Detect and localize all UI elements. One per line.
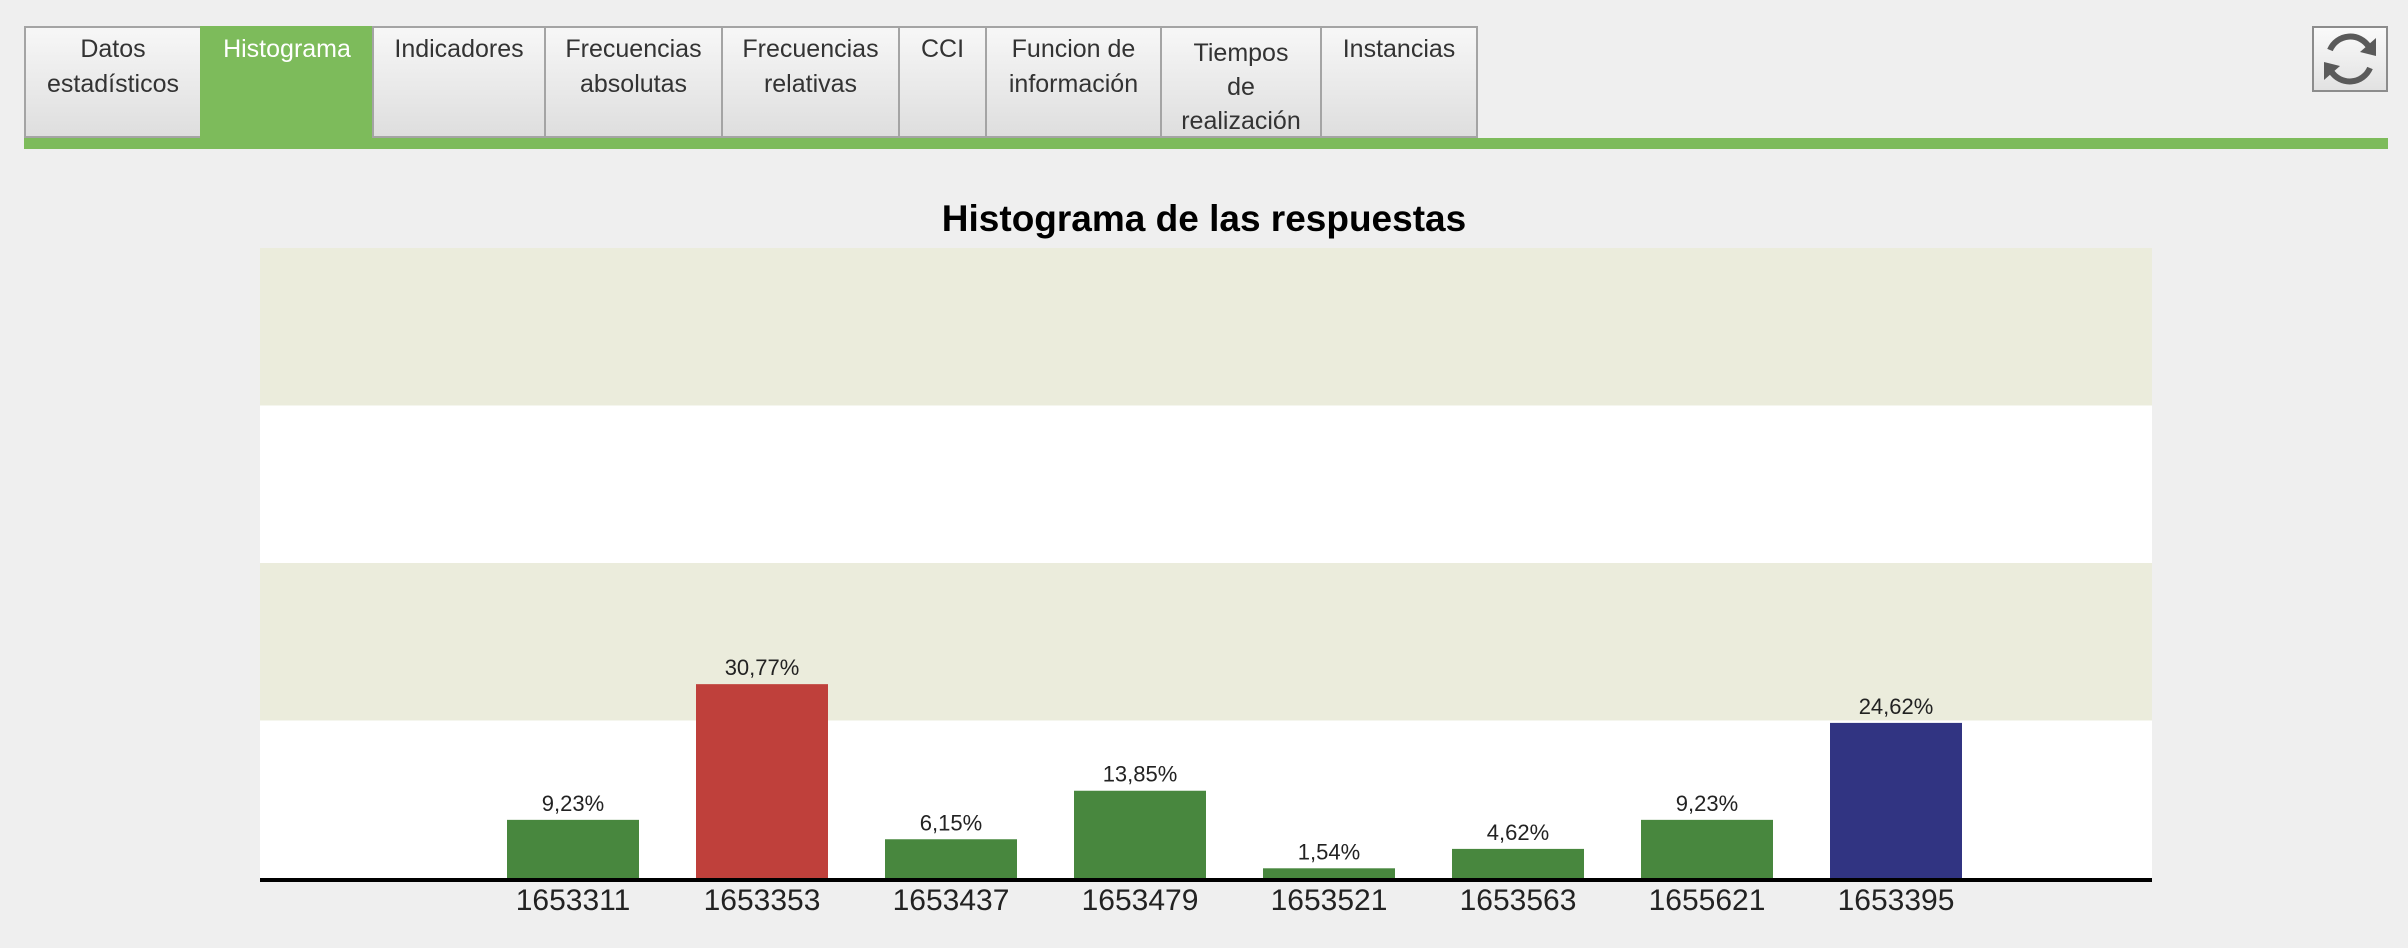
- category-label-1653521: 1653521: [1271, 884, 1388, 917]
- category-label-1653563: 1653563: [1460, 884, 1577, 917]
- bar-1653479: [1074, 790, 1206, 878]
- value-label-1653353: 30,77%: [725, 655, 800, 680]
- bar-1653563: [1452, 848, 1584, 878]
- bar-1653311: [507, 819, 639, 878]
- bar-1653521: [1263, 868, 1395, 878]
- category-label-1653437: 1653437: [893, 884, 1010, 917]
- category-label-1653395: 1653395: [1838, 884, 1955, 917]
- value-label-1653563: 4,62%: [1487, 820, 1549, 845]
- category-label-1653311: 1653311: [516, 884, 631, 917]
- histogram-chart: 9,23% 30,77% 6,15% 13,85% 1,54% 4,62% 9,23% 24,…: [260, 248, 2152, 917]
- category-label-1653353: 1653353: [704, 884, 821, 917]
- bar-1653353: [696, 684, 828, 878]
- value-label-1653521: 1,54%: [1298, 839, 1360, 864]
- bar-1653395: [1830, 722, 1962, 878]
- grid-band: [260, 405, 2152, 563]
- bar-1655621: [1641, 819, 1773, 878]
- category-label-1655621: 1655621: [1649, 884, 1766, 917]
- category-label-1653479: 1653479: [1082, 884, 1199, 917]
- value-label-1653437: 6,15%: [920, 810, 982, 835]
- value-label-1653311: 9,23%: [542, 791, 604, 816]
- value-label-1655621: 9,23%: [1676, 791, 1738, 816]
- value-label-1653395: 24,62%: [1859, 694, 1934, 719]
- grid-band: [260, 248, 2152, 406]
- value-label-1653479: 13,85%: [1103, 762, 1178, 787]
- bar-1653437: [885, 839, 1017, 878]
